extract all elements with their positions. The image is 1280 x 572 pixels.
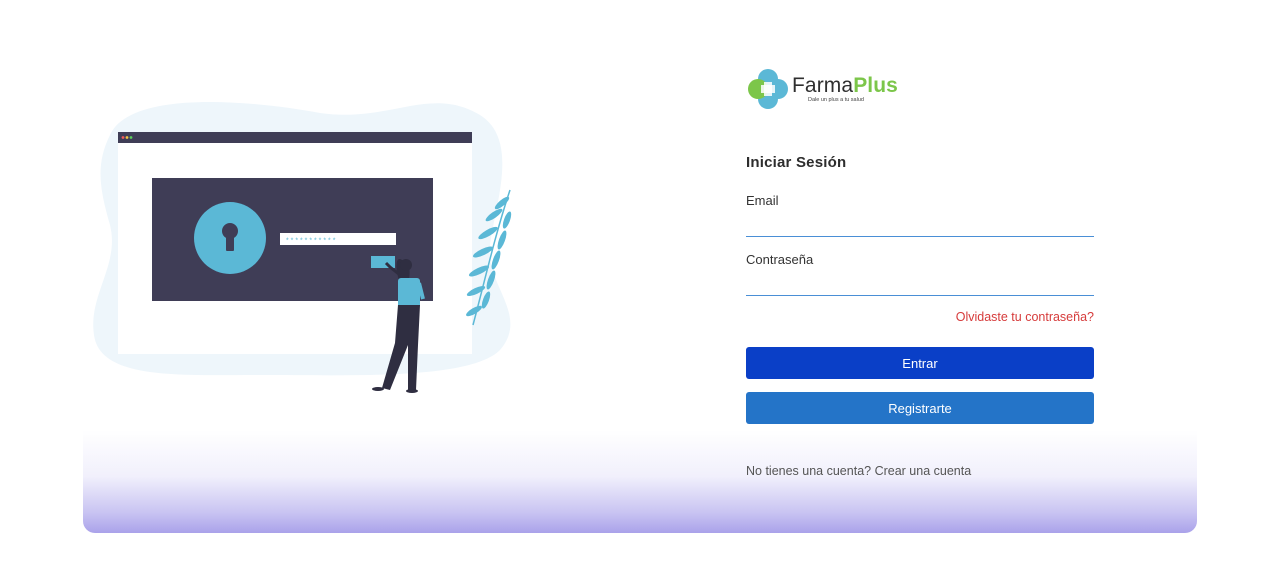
brand-name: FarmaPlus xyxy=(792,73,898,97)
window-dot-green xyxy=(129,136,133,139)
email-label: Email xyxy=(746,193,779,208)
login-button[interactable]: Entrar xyxy=(746,347,1094,379)
register-button[interactable]: Registrarte xyxy=(746,392,1094,424)
logo: FarmaPlus Dale un plus a tu salud xyxy=(746,64,1094,114)
window-dot-yellow xyxy=(125,136,129,139)
email-field[interactable] xyxy=(746,214,1094,237)
browser-titlebar xyxy=(118,132,472,143)
password-field[interactable] xyxy=(746,273,1094,296)
brand-tagline: Dale un plus a tu salud xyxy=(808,96,864,103)
login-page: * * * * * * * * * * * FarmaPlus Dale un … xyxy=(0,0,1280,572)
keyhole-bottom xyxy=(226,233,234,251)
form-title: Iniciar Sesión xyxy=(746,154,847,171)
signup-prompt: No tienes una cuenta? Crear una cuenta xyxy=(746,464,971,478)
signup-question: No tienes una cuenta? xyxy=(746,464,872,478)
security-illustration: * * * * * * * * * * * xyxy=(93,102,512,393)
cross-logo-icon xyxy=(748,69,788,109)
forgot-password-link[interactable]: Olvidaste tu contraseña? xyxy=(956,310,1094,324)
login-form: FarmaPlus Dale un plus a tu salud Inicia… xyxy=(746,64,1094,478)
person-torso xyxy=(398,278,420,308)
person-head xyxy=(400,259,412,271)
window-dot-red xyxy=(121,136,125,139)
create-account-link[interactable]: Crear una cuenta xyxy=(875,464,972,478)
password-label: Contraseña xyxy=(746,252,814,267)
password-mask-text: * * * * * * * * * * * xyxy=(286,238,336,245)
card-background-gradient xyxy=(83,430,1197,533)
